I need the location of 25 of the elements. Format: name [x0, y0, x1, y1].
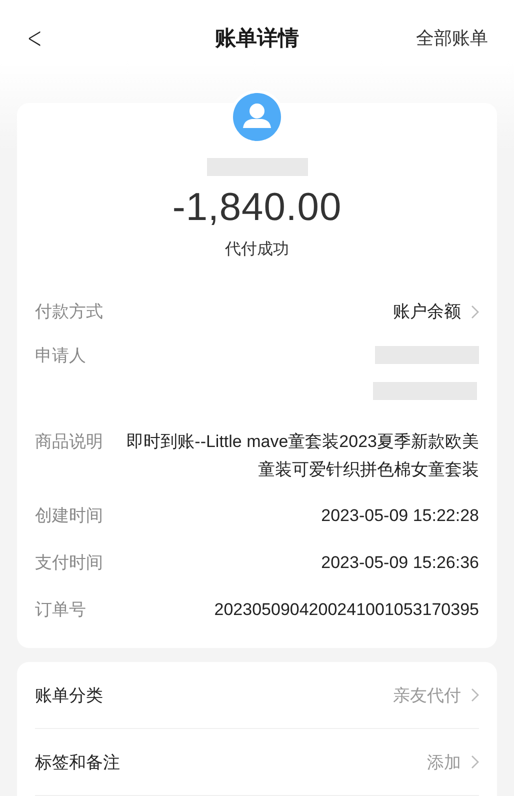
amount: -1,840.00 — [172, 186, 342, 230]
detail-label: 付款方式 — [35, 301, 103, 323]
option-label: 标签和备注 — [35, 752, 120, 774]
back-button[interactable]: < — [27, 20, 42, 56]
detail-value: 即时到账--Little mave童套装2023夏季新款欧美童装可爱针织拼色棉女童套装 — [126, 431, 479, 481]
detail-label: 创建时间 — [35, 505, 103, 527]
option-row[interactable]: 标签和备注 添加 — [35, 729, 479, 796]
option-value: 添加 — [427, 752, 461, 774]
detail-label: 商品说明 — [35, 431, 103, 453]
detail-value: 2023050904200241001053170395 — [213, 599, 479, 621]
detail-label: 支付时间 — [35, 552, 103, 574]
chevron-icon — [471, 688, 479, 702]
chevron-icon — [471, 305, 479, 319]
detail-label: 申请人 — [35, 345, 86, 367]
detail-value: 2023-05-09 15:26:36 — [320, 552, 479, 574]
detail-label: 订单号 — [35, 599, 86, 621]
page-title: 账单详情 — [215, 26, 299, 52]
detail-value: 2023-05-09 15:22:28 — [320, 505, 479, 527]
payment-status: 代付成功 — [225, 240, 289, 260]
all-bills-link[interactable]: 全部账单 — [416, 26, 488, 50]
option-label: 账单分类 — [35, 684, 103, 706]
option-row[interactable]: 账单分类 亲友代付 — [35, 662, 479, 729]
option-value: 亲友代付 — [393, 684, 461, 706]
chevron-icon — [471, 755, 479, 769]
detail-value[interactable]: 账户余额 — [393, 300, 461, 324]
